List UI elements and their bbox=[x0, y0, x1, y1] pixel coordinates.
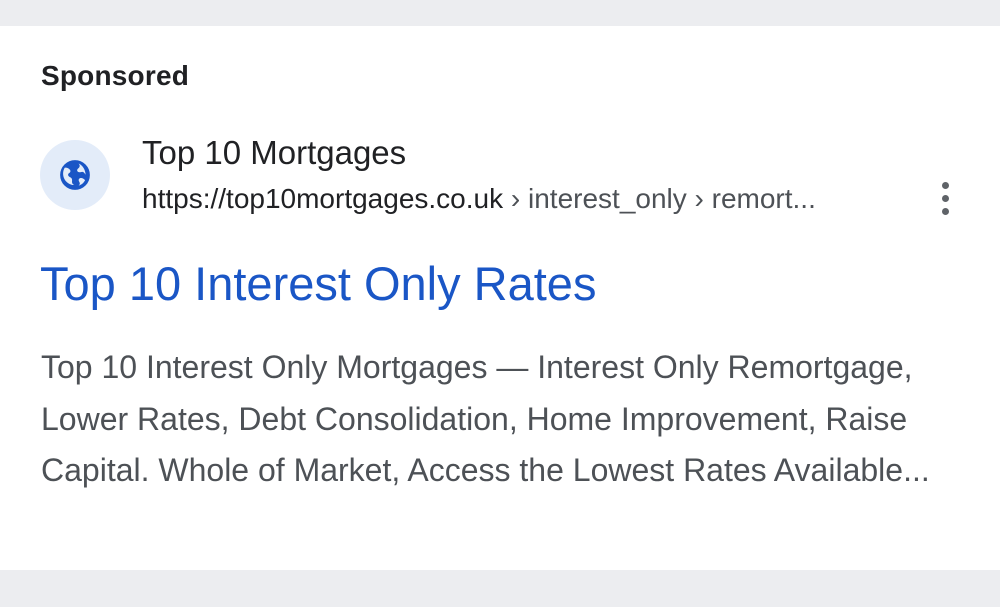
display-url[interactable]: https://top10mortgages.co.uk › interest_… bbox=[142, 183, 816, 215]
sponsored-ad-card: Sponsored Top 10 Mortgages https://top10… bbox=[0, 26, 1000, 570]
more-vert-icon bbox=[941, 181, 949, 189]
url-breadcrumb: › interest_only › remort... bbox=[503, 183, 816, 214]
ad-headline-link[interactable]: Top 10 Interest Only Rates bbox=[40, 256, 596, 311]
sponsored-label: Sponsored bbox=[41, 60, 190, 91]
site-favicon[interactable] bbox=[40, 140, 110, 210]
more-options-button[interactable] bbox=[928, 176, 962, 220]
globe-icon bbox=[60, 160, 90, 190]
advertiser-name[interactable]: Top 10 Mortgages bbox=[142, 134, 406, 172]
ad-description: Top 10 Interest Only Mortgages — Interes… bbox=[41, 349, 930, 488]
url-domain: https://top10mortgages.co.uk bbox=[142, 183, 504, 214]
